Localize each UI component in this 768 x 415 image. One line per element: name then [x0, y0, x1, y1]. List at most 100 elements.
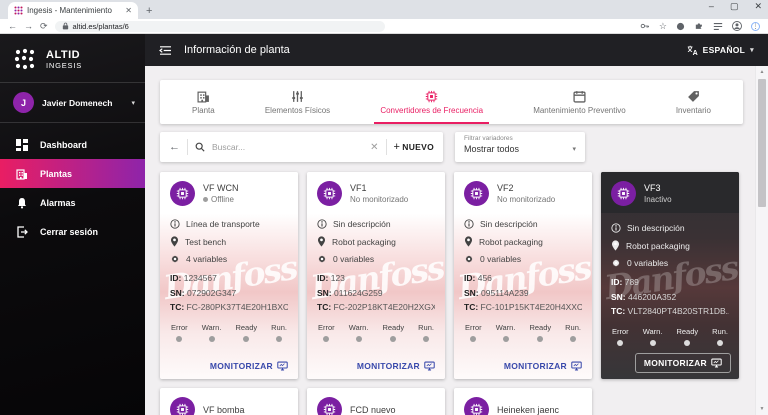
window-minimize-button[interactable]: – [709, 1, 714, 12]
card-title: VF bomba [203, 405, 245, 415]
tab-elementos-fisicos[interactable]: Elementos Físicos [255, 80, 340, 124]
warn-indicator [356, 336, 362, 342]
monitorizar-button[interactable]: MONITORIZAR [504, 361, 582, 371]
tab-inventario[interactable]: Inventario [666, 80, 721, 124]
info-icon [317, 219, 327, 229]
status-label: Warn. [349, 323, 369, 332]
card-title: FCD nuevo [350, 405, 396, 415]
status-label: Ready [235, 323, 257, 332]
address-bar[interactable]: altid.es/plantas/6 [55, 21, 385, 32]
menu-open-icon[interactable] [159, 45, 172, 56]
browser-menu-icon[interactable]: ⋮ [751, 22, 760, 31]
chip-avatar [464, 181, 489, 206]
browser-tab[interactable]: Ingesis - Mantenimiento ✕ [8, 2, 138, 19]
profile-avatar-icon[interactable] [732, 21, 742, 31]
card-status: No monitorizado [350, 195, 408, 204]
status-label: Error [318, 323, 335, 332]
vf-card: Danfoss VF1 No monitorizado Sin descripc… [307, 172, 445, 379]
language-selector[interactable]: A ESPAÑOL ▾ [687, 45, 754, 56]
user-avatar: J [13, 92, 34, 113]
language-value: ESPAÑOL [703, 45, 746, 55]
content-area: Planta Elementos Físicos Convertidores d… [145, 66, 768, 415]
bookmark-star-icon[interactable]: ☆ [659, 21, 667, 32]
monitorizar-button[interactable]: MONITORIZAR [357, 361, 435, 371]
search-input[interactable] [212, 142, 363, 152]
status-label: Ready [382, 323, 404, 332]
info-icon [611, 223, 621, 233]
monitorizar-button[interactable]: MONITORIZAR [210, 361, 288, 371]
back-icon[interactable]: ← [8, 22, 17, 31]
tab-mantenimiento-preventivo[interactable]: Mantenimiento Preventivo [523, 80, 636, 124]
tc-value: FC-202P18KT4E20H2XGX... [334, 302, 435, 312]
vf-card: Danfoss VF WCN Offline Línea de transpor… [160, 172, 298, 379]
svg-text:A: A [692, 50, 697, 56]
tc-label: TC: [611, 306, 625, 316]
new-button[interactable]: + NUEVO [394, 141, 434, 153]
scroll-down-icon[interactable]: ▼ [756, 406, 768, 412]
extension-circle-icon[interactable] [676, 22, 685, 31]
sn-value: 446200A352 [628, 292, 676, 302]
bell-icon [16, 197, 28, 209]
card-status: Inactivo [644, 195, 672, 204]
scrollbar-thumb[interactable] [758, 79, 766, 207]
sn-value: 095114A239 [481, 288, 529, 298]
clear-search-icon[interactable]: ✕ [370, 142, 378, 153]
status-label: Run. [565, 323, 581, 332]
vf-cards-grid: Danfoss VF WCN Offline Línea de transpor… [160, 172, 743, 415]
status-label: Run. [418, 323, 434, 332]
id-value: 1234567 [184, 273, 217, 283]
card-title: VF WCN [203, 183, 239, 193]
monitorizar-button[interactable]: MONITORIZAR [635, 353, 731, 373]
key-icon[interactable] [640, 21, 650, 31]
tab-label: Convertidores de Frecuencia [380, 106, 483, 115]
user-name: Javier Domenech [42, 98, 123, 108]
logo-title: ALTID [46, 49, 82, 61]
sidebar-item-alarmas[interactable]: Alarmas [0, 188, 145, 217]
scrollbar[interactable]: ▲ ▼ [755, 66, 768, 415]
vf-card: Danfoss VF3 Inactivo Sin descripción Rob… [601, 172, 739, 379]
factory-icon [16, 168, 28, 180]
tc-label: TC: [170, 302, 184, 312]
card-variables: 0 variables [333, 254, 374, 264]
sidebar-item-plantas[interactable]: Plantas [0, 159, 145, 188]
chip-icon [323, 187, 336, 200]
active-tab-indicator [374, 122, 489, 124]
window-close-button[interactable]: ✕ [754, 1, 762, 12]
tab-planta[interactable]: Planta [182, 80, 225, 124]
status-label: Error [465, 323, 482, 332]
tab-convertidores-frecuencia[interactable]: Convertidores de Frecuencia [370, 80, 493, 124]
ready-indicator [243, 336, 249, 342]
vf-card-partial[interactable]: Heineken jaenc [454, 388, 592, 415]
scroll-up-icon[interactable]: ▲ [756, 69, 768, 75]
card-description: Línea de transporte [186, 219, 260, 229]
sidebar-item-label: Dashboard [40, 140, 87, 150]
gear-icon [317, 254, 327, 264]
chip-avatar [611, 181, 636, 206]
reading-list-icon[interactable] [713, 22, 723, 31]
vf-card-partial[interactable]: VF bomba [160, 388, 298, 415]
filter-select[interactable]: Filtrar variadores Mostrar todos ▾ [455, 132, 585, 162]
gear-icon [611, 258, 621, 268]
new-tab-button[interactable]: + [146, 5, 152, 17]
tab-label: Planta [192, 106, 215, 115]
user-menu[interactable]: J Javier Domenech ▾ [0, 83, 145, 123]
forward-icon[interactable]: → [24, 22, 33, 31]
status-dot [203, 197, 208, 202]
card-description: Sin descripción [627, 223, 685, 233]
sidebar-item-logout[interactable]: Cerrar sesión [0, 217, 145, 246]
vf-card-partial[interactable]: FCD nuevo [307, 388, 445, 415]
back-arrow-icon[interactable]: ← [169, 141, 180, 153]
window-maximize-button[interactable]: ▢ [730, 1, 739, 12]
chip-icon [617, 187, 630, 200]
tab-close-icon[interactable]: ✕ [125, 6, 132, 15]
sidebar-item-dashboard[interactable]: Dashboard [0, 130, 145, 159]
tc-value: VLT2840PT4B20STR1DB... [628, 306, 729, 316]
status-label: Warn. [202, 323, 222, 332]
reload-icon[interactable]: ⟳ [40, 22, 48, 31]
run-indicator [423, 336, 429, 342]
status-label: Run. [271, 323, 287, 332]
status-label: Ready [529, 323, 551, 332]
sn-label: SN: [464, 288, 479, 298]
extensions-puzzle-icon[interactable] [694, 21, 704, 31]
app-logo: ALTID INGESIS [0, 34, 145, 83]
